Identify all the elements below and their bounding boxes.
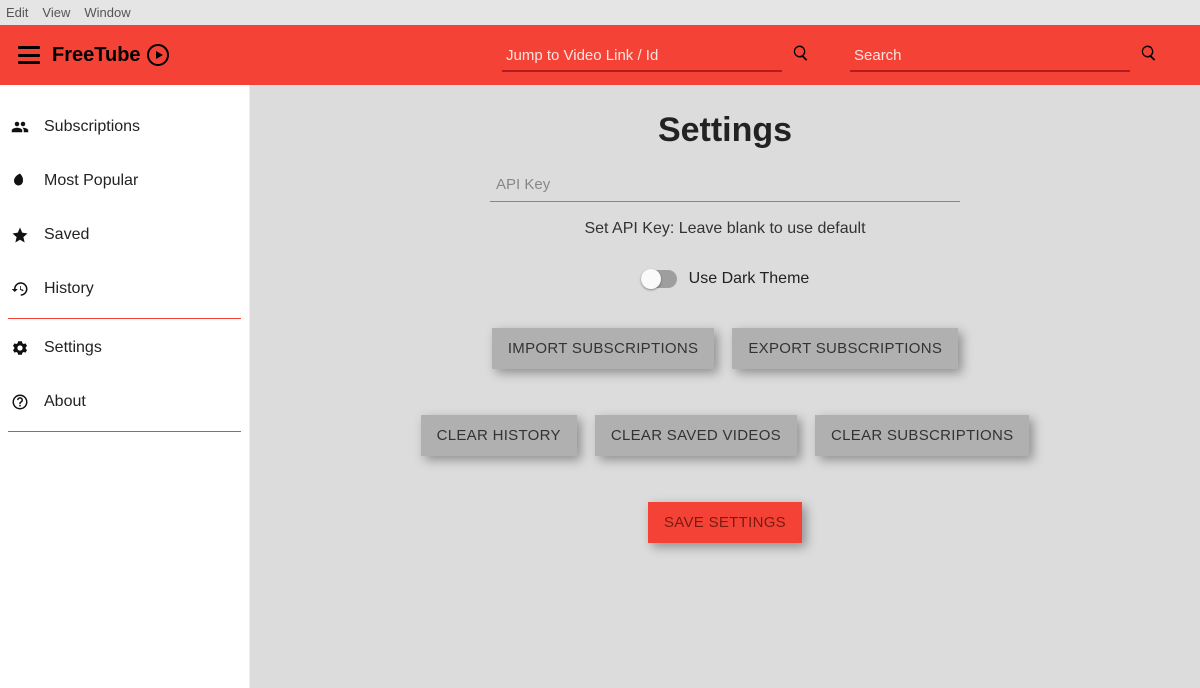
save-button-row: SAVE SETTINGS [648, 502, 802, 543]
search-input[interactable] [850, 39, 1130, 72]
app-header: FreeTube [0, 25, 1200, 85]
sidebar-item-settings[interactable]: Settings [0, 321, 249, 375]
window-menu: Edit View Window [0, 0, 1200, 25]
save-settings-button[interactable]: SAVE SETTINGS [648, 502, 802, 543]
sidebar-item-label: Most Popular [44, 172, 138, 190]
brand-name: FreeTube [52, 44, 141, 67]
menu-item-window[interactable]: Window [84, 5, 130, 20]
search-input-wrap [850, 39, 1158, 72]
page-title: Settings [658, 111, 792, 150]
search-icon[interactable] [792, 44, 810, 67]
fire-icon [10, 172, 30, 190]
sidebar-item-label: Saved [44, 226, 89, 244]
hamburger-icon[interactable] [18, 46, 40, 64]
sidebar-item-label: History [44, 280, 94, 298]
users-icon [10, 118, 30, 136]
history-icon [10, 280, 30, 298]
menu-item-view[interactable]: View [42, 5, 70, 20]
body-area: Subscriptions Most Popular Saved History [0, 85, 1200, 688]
api-key-input[interactable] [490, 168, 960, 202]
sidebar-item-history[interactable]: History [0, 262, 249, 316]
export-subscriptions-button[interactable]: EXPORT SUBSCRIPTIONS [732, 328, 958, 369]
dark-theme-label: Use Dark Theme [689, 270, 810, 288]
sidebar-item-label: Settings [44, 339, 102, 357]
play-circle-icon [147, 44, 169, 66]
sidebar-item-subscriptions[interactable]: Subscriptions [0, 100, 249, 154]
clear-button-row: CLEAR HISTORY CLEAR SAVED VIDEOS CLEAR S… [421, 415, 1030, 456]
sidebar: Subscriptions Most Popular Saved History [0, 85, 250, 688]
search-icon[interactable] [1140, 44, 1158, 67]
clear-history-button[interactable]: CLEAR HISTORY [421, 415, 577, 456]
jump-input-wrap [502, 39, 810, 72]
gear-icon [10, 339, 30, 357]
subs-button-row: IMPORT SUBSCRIPTIONS EXPORT SUBSCRIPTION… [492, 328, 958, 369]
question-icon [10, 393, 30, 411]
jump-input[interactable] [502, 39, 782, 72]
settings-panel: Settings Set API Key: Leave blank to use… [250, 85, 1200, 688]
brand: FreeTube [52, 44, 169, 67]
import-subscriptions-button[interactable]: IMPORT SUBSCRIPTIONS [492, 328, 714, 369]
dark-theme-toggle[interactable]: Use Dark Theme [641, 270, 810, 288]
sidebar-divider [8, 431, 241, 432]
star-icon [10, 226, 30, 244]
sidebar-item-label: About [44, 393, 86, 411]
clear-subscriptions-button[interactable]: CLEAR SUBSCRIPTIONS [815, 415, 1029, 456]
sidebar-item-label: Subscriptions [44, 118, 140, 136]
sidebar-item-saved[interactable]: Saved [0, 208, 249, 262]
toggle-icon [641, 270, 677, 288]
sidebar-item-most-popular[interactable]: Most Popular [0, 154, 249, 208]
menu-item-edit[interactable]: Edit [6, 5, 28, 20]
clear-saved-videos-button[interactable]: CLEAR SAVED VIDEOS [595, 415, 797, 456]
api-key-help: Set API Key: Leave blank to use default [584, 220, 865, 238]
sidebar-divider [8, 318, 241, 319]
sidebar-item-about[interactable]: About [0, 375, 249, 429]
